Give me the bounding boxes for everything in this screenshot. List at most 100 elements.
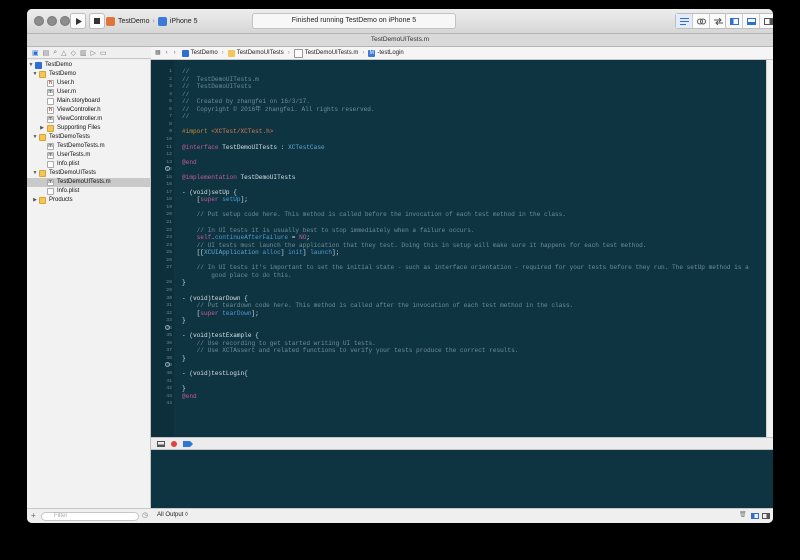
implementation-file-icon: m <box>47 179 54 186</box>
code-line: // Copyright © 2016年 zhangfei. All right… <box>182 105 375 113</box>
navigator-toggle-button[interactable] <box>726 14 743 28</box>
nav-row-file[interactable]: m ViewController.m <box>27 115 150 124</box>
debug-icon[interactable]: ▥ <box>80 49 87 57</box>
stop-button[interactable] <box>89 13 105 29</box>
rings-icon <box>696 18 706 24</box>
disclosure-closed-icon[interactable]: ▶ <box>32 196 38 205</box>
folder-icon[interactable]: ▣ <box>32 49 39 57</box>
scheme-selector[interactable]: TestDemo › iPhone 5 <box>106 13 198 29</box>
nav-row-group[interactable]: ▼ TestDemo <box>27 70 150 79</box>
search-icon[interactable]: ⌕ <box>53 49 57 57</box>
nav-row-label: TestDemo <box>45 62 73 68</box>
breakpoint-icon[interactable]: ▷ <box>91 49 96 57</box>
zoom-window-button[interactable] <box>60 16 70 26</box>
nav-row-file-selected[interactable]: m TestDemoUITests.m <box>27 178 150 187</box>
hide-debug-area-icon[interactable] <box>157 440 165 447</box>
test-icon[interactable]: ◇ <box>71 49 76 57</box>
recent-files-icon[interactable]: ◷ <box>142 511 148 519</box>
line-number: 4 <box>169 91 172 97</box>
nav-row-file[interactable]: m UserTests.m <box>27 151 150 160</box>
nav-row-file[interactable]: Info.plist <box>27 187 150 196</box>
disclosure-open-icon[interactable]: ▼ <box>32 133 38 142</box>
implementation-file-icon: m <box>47 152 54 159</box>
stop-debug-icon[interactable] <box>171 440 177 447</box>
line-number: 37 <box>166 348 172 354</box>
jump-bar: ▦ ‹ › TestDemo › TestDemoUITests › TestD… <box>151 47 773 60</box>
nav-row-file[interactable]: Main.storyboard <box>27 97 150 106</box>
nav-row-file[interactable]: m TestDemoTests.m <box>27 142 150 151</box>
code-token: = <box>288 234 300 242</box>
code-token: ]; <box>240 196 248 204</box>
line-number: 30 <box>166 295 172 301</box>
nav-row-label: Supporting Files <box>57 125 101 131</box>
test-run-icon[interactable] <box>165 325 170 330</box>
breadcrumb-method[interactable]: M -testLogin <box>368 47 404 59</box>
nav-row-file[interactable]: h ViewController.h <box>27 106 150 115</box>
filter-input[interactable]: Filter <box>41 512 139 521</box>
close-window-button[interactable] <box>34 16 44 26</box>
disclosure-closed-icon[interactable]: ▶ <box>39 124 45 133</box>
minimize-window-button[interactable] <box>47 16 57 26</box>
left-panel-icon <box>729 17 739 25</box>
chevron-right-icon: › <box>221 50 224 56</box>
line-number-gutter[interactable]: 1 2 3 4 5 6 7 8 9 10 11 12 13 14 15 16 1… <box>151 60 174 437</box>
nav-row-project[interactable]: ▼ TestDemo <box>27 61 150 70</box>
code-line: good place to do this. <box>182 271 292 279</box>
test-run-icon[interactable] <box>165 362 170 367</box>
nav-row-file[interactable]: m User.m <box>27 88 150 97</box>
add-icon[interactable]: + <box>31 511 36 520</box>
run-button[interactable] <box>70 13 86 29</box>
nav-row-group[interactable]: ▶ Products <box>27 196 150 205</box>
debug-area-toggle-button[interactable] <box>743 14 760 28</box>
right-pane-icon[interactable] <box>762 513 770 519</box>
test-class-run-icon[interactable] <box>165 166 170 171</box>
nav-row-group[interactable]: ▼ TestDemoUITests <box>27 169 150 178</box>
line-number: 35 <box>166 333 172 339</box>
console-output[interactable] <box>151 450 773 508</box>
disclosure-open-icon[interactable]: ▼ <box>28 61 34 70</box>
forward-arrow-icon[interactable]: › <box>174 47 176 59</box>
line-number: 5 <box>169 99 172 105</box>
output-filter-select[interactable]: All Output ◊ <box>157 509 188 522</box>
back-arrow-icon[interactable]: ‹ <box>166 47 168 59</box>
trash-icon[interactable]: 🗑 <box>739 509 747 522</box>
code-line: // TestDemoUITests <box>182 83 252 91</box>
scheme-app-label: TestDemo <box>118 17 150 25</box>
disclosure-open-icon[interactable]: ▼ <box>32 70 38 79</box>
line-number: 31 <box>166 303 172 309</box>
breadcrumb-group[interactable]: TestDemoUITests <box>227 47 284 59</box>
source-editor[interactable]: 1 2 3 4 5 6 7 8 9 10 11 12 13 14 15 16 1… <box>151 60 766 437</box>
code-line: [[XCUIApplication alloc] init] launch]; <box>182 249 340 257</box>
assistant-editor-button[interactable] <box>693 14 710 28</box>
nav-row-label: TestDemoTests.m <box>57 143 105 149</box>
nav-row-file[interactable]: h User.h <box>27 79 150 88</box>
disclosure-open-icon[interactable]: ▼ <box>32 169 38 178</box>
code-token: self <box>196 234 212 242</box>
symbol-icon[interactable]: ▤ <box>43 49 50 57</box>
report-icon[interactable]: ▭ <box>100 49 107 57</box>
navigator-selector-bar: ▣ ▤ ⌕ △ ◇ ▥ ▷ ▭ <box>27 47 151 59</box>
warning-icon[interactable]: △ <box>61 49 66 57</box>
code-token: TestDemoUITests <box>236 173 296 181</box>
breadcrumb-file[interactable]: TestDemoUITests.m <box>293 47 358 59</box>
nav-row-file[interactable]: Info.plist <box>27 160 150 169</box>
breakpoints-toggle-icon[interactable] <box>183 440 193 447</box>
code-line: // In UI tests it’s important to set the… <box>182 264 749 272</box>
debug-bar <box>151 437 773 450</box>
method-icon: M <box>368 49 376 57</box>
code-line: // In UI tests it is usually best to sto… <box>182 226 475 234</box>
line-number: 13 <box>166 159 172 165</box>
related-items-icon[interactable]: ▦ <box>155 47 161 59</box>
lines-icon <box>679 17 689 25</box>
nav-row-group[interactable]: ▶ Supporting Files <box>27 124 150 133</box>
device-icon <box>157 16 167 26</box>
standard-editor-button[interactable] <box>676 14 693 28</box>
utilities-toggle-button[interactable] <box>760 14 773 28</box>
breadcrumb-project[interactable]: TestDemo <box>181 47 218 59</box>
left-pane-icon[interactable] <box>751 513 759 519</box>
code-token: @interface <box>182 143 219 151</box>
nav-row-group[interactable]: ▼ TestDemoTests <box>27 133 150 142</box>
editor-scrollbar[interactable] <box>766 60 773 437</box>
folder-icon <box>39 170 46 177</box>
